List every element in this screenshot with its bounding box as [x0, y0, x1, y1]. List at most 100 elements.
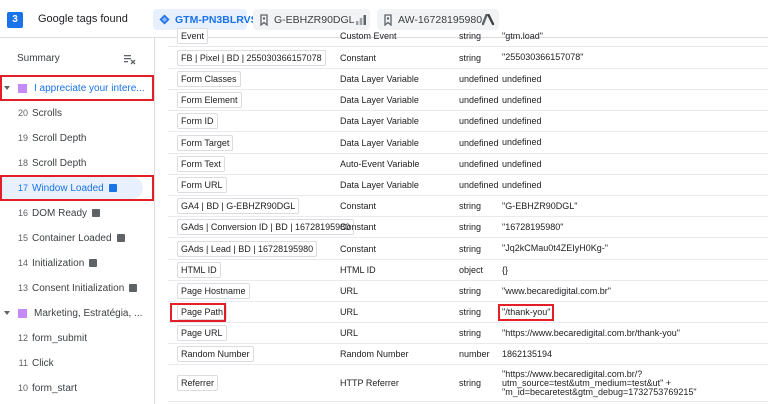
event-number: 13 — [17, 283, 28, 293]
table-row: Page Path URL string "/thank-you" — [168, 302, 768, 323]
data-layer-icon — [89, 259, 98, 267]
variable-data-type: undefined — [459, 159, 499, 169]
google-ads-icon — [482, 13, 495, 26]
variable-type: URL — [340, 328, 359, 338]
variable-type: Data Layer Variable — [340, 116, 419, 126]
data-layer-icon — [92, 209, 101, 217]
table-row: Form ID Data Layer Variable undefined un… — [168, 111, 768, 132]
variable-data-type: undefined — [459, 74, 499, 84]
table-row: Form Text Auto-Event Variable undefined … — [168, 154, 768, 175]
variable-type: Constant — [340, 222, 377, 232]
variable-data-type: string — [459, 31, 482, 41]
table-row: GAds | Conversion ID | BD | 16728195980 … — [168, 217, 768, 238]
variable-type: Data Layer Variable — [340, 95, 419, 105]
event-item-scroll-depth-19[interactable]: 19 Scroll Depth — [0, 127, 155, 149]
tags-found-label: Google tags found — [38, 13, 128, 25]
event-label: form_start — [32, 382, 78, 394]
variable-value: "16728195980" — [502, 221, 564, 232]
table-row: Page Hostname URL string "www.becaredigi… — [168, 281, 768, 302]
event-item-form-submit[interactable]: 12 form_submit — [0, 327, 155, 349]
summary-label: Summary — [17, 53, 60, 64]
variable-type: URL — [340, 286, 359, 296]
event-item-form-start[interactable]: 10 form_start — [0, 377, 155, 399]
variable-name: Page URL — [177, 325, 227, 341]
variable-data-type: string — [459, 243, 482, 254]
table-row: HTML ID HTML ID object {} — [168, 260, 768, 281]
event-number: 14 — [17, 258, 28, 268]
event-number: 18 — [17, 158, 28, 168]
variable-value: undefined — [502, 73, 542, 84]
variables-table: Event Custom Event string "gtm.load" FB … — [168, 26, 768, 404]
tag-icon — [260, 13, 268, 26]
event-item-consent-initialization[interactable]: 13 Consent Initialization — [0, 277, 155, 299]
event-item-dom-ready[interactable]: 16 DOM Ready — [0, 202, 155, 224]
variable-value: undefined — [502, 179, 542, 190]
chevron-down-icon[interactable] — [4, 311, 10, 315]
variable-type: Data Layer Variable — [340, 180, 419, 190]
event-label: DOM Ready — [32, 207, 88, 219]
variable-name: GAds | Conversion ID | BD | 16728195980 — [177, 219, 355, 235]
variable-type: Data Layer Variable — [340, 74, 419, 84]
summary-item[interactable]: Summary — [0, 48, 155, 70]
variable-value: undefined — [502, 94, 542, 105]
event-item-container-loaded[interactable]: 15 Container Loaded — [0, 227, 155, 249]
event-item-initialization[interactable]: 14 Initialization — [0, 252, 155, 274]
variable-data-type: undefined — [459, 95, 499, 105]
tag-icon — [384, 13, 392, 26]
variable-name: Random Number — [177, 346, 254, 362]
variable-value: "G-EBHZR90DGL" — [502, 200, 578, 211]
event-item-scrolls[interactable]: 20 Scrolls — [0, 102, 155, 124]
variable-value: "www.becaredigital.com.br" — [502, 285, 611, 296]
event-label: Click — [32, 357, 54, 369]
event-item-click[interactable]: 11 Click — [0, 352, 155, 374]
variable-value: "Jq2kCMau0t4ZEIyH0Kg-" — [502, 243, 608, 253]
event-number: 11 — [18, 358, 28, 368]
variable-name: Form Element — [177, 92, 242, 108]
page-color-swatch — [18, 308, 27, 318]
table-row: Random Number Random Number number 18621… — [168, 344, 768, 365]
variable-value: 1862135194 — [502, 348, 553, 359]
clear-messages-icon[interactable] — [123, 52, 136, 70]
annotation-box-page-group — [0, 75, 154, 101]
variable-data-type: string — [459, 378, 482, 388]
event-item-scroll-depth-18[interactable]: 18 Scroll Depth — [0, 152, 155, 174]
variable-value: {} — [502, 264, 509, 275]
variable-value: undefined — [502, 158, 542, 169]
table-row: Form Target Data Layer Variable undefine… — [168, 132, 768, 154]
variable-name: Form Target — [177, 134, 234, 151]
event-number: 15 — [17, 233, 28, 243]
variable-data-type: string — [459, 201, 482, 211]
annotation-box-window-loaded — [0, 175, 154, 201]
table-row: Form URL Data Layer Variable undefined u… — [168, 175, 768, 196]
data-layer-icon — [116, 234, 125, 242]
event-label: form_submit — [32, 332, 88, 344]
variable-name: Form URL — [177, 177, 227, 193]
variable-data-type: string — [459, 52, 482, 63]
variable-value: undefined — [502, 137, 542, 147]
variable-name: FB | Pixel | BD | 255030366157078 — [177, 49, 326, 66]
variable-value: "https://www.becaredigital.com.br/thank-… — [502, 327, 680, 338]
variable-type: HTML ID — [340, 265, 376, 275]
event-label: Consent Initialization — [32, 282, 125, 294]
page-group-label: Marketing, Estratégia, ... — [34, 307, 143, 319]
event-number: 10 — [17, 383, 28, 393]
variable-type: Constant — [340, 243, 377, 254]
variable-name: Form Text — [177, 156, 225, 172]
variable-value: "https://www.becaredigital.com.br/? utm_… — [502, 368, 697, 397]
variable-name: GA4 | BD | G-EBHZR90DGL — [177, 198, 300, 214]
table-row: Event Custom Event string "gtm.load" — [168, 26, 768, 47]
analytics-bars-icon — [355, 14, 367, 26]
variable-data-type: undefined — [459, 116, 499, 126]
event-number: 19 — [17, 133, 28, 143]
variable-data-type: string — [459, 222, 482, 232]
event-number: 20 — [17, 108, 28, 118]
variable-type: Data Layer Variable — [340, 137, 419, 148]
page-group-2[interactable]: Marketing, Estratégia, ... — [0, 302, 155, 324]
variable-name: GAds | Lead | BD | 16728195980 — [177, 240, 318, 257]
variable-type: Constant — [340, 52, 377, 63]
variable-type: URL — [340, 307, 359, 317]
container-id: AW-16728195980 — [398, 13, 483, 26]
event-label: Container Loaded — [32, 232, 112, 244]
variable-type: Custom Event — [340, 31, 397, 41]
table-row: Page URL URL string "https://www.becared… — [168, 323, 768, 344]
